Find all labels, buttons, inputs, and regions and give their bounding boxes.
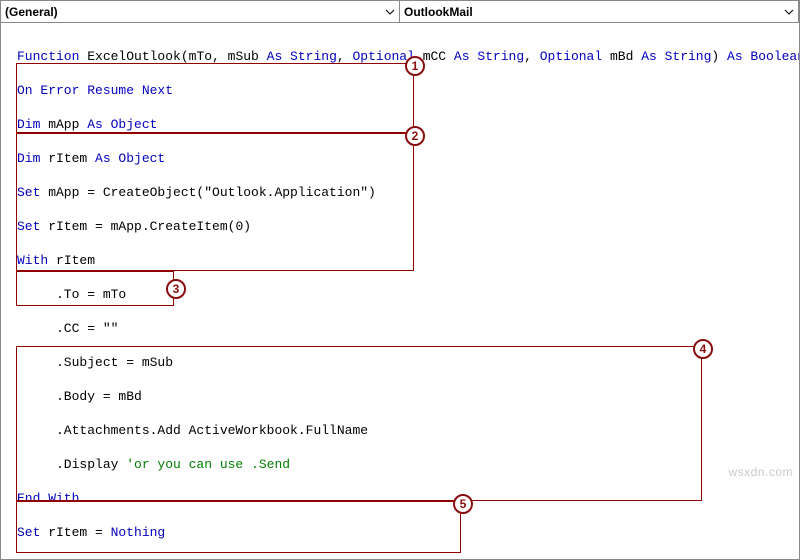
code-line: Set rItem = Nothing [17,524,799,541]
code-line: On Error Resume Next [17,82,799,99]
annotation-badge-5: 5 [453,494,473,514]
code-line: Set mApp = CreateObject("Outlook.Applica… [17,184,799,201]
object-dropdown[interactable]: (General) [1,1,400,22]
code-line: .Subject = mSub [17,354,799,371]
procedure-dropdown-value: OutlookMail [404,5,473,19]
code-line: .Attachments.Add ActiveWorkbook.FullName [17,422,799,439]
procedure-dropdown[interactable]: OutlookMail [400,1,799,22]
chevron-down-icon [784,7,794,17]
code-line: End With [17,490,799,507]
code-line: .Body = mBd [17,388,799,405]
code-line: .CC = "" [17,320,799,337]
annotation-badge-2: 2 [405,126,425,146]
chevron-down-icon [385,7,395,17]
code-line: With rItem [17,252,799,269]
annotation-badge-3: 3 [166,279,186,299]
code-area[interactable]: Function ExcelOutlook(mTo, mSub As Strin… [1,23,799,560]
editor-window: (General) OutlookMail Function ExcelOutl… [0,0,800,560]
combobox-row: (General) OutlookMail [1,1,799,23]
watermark-text: wsxdn.com [728,465,793,479]
code-line: .Display 'or you can use .Send [17,456,799,473]
annotation-badge-4: 4 [693,339,713,359]
annotation-badge-1: 1 [405,56,425,76]
code-line: Set rItem = mApp.CreateItem(0) [17,218,799,235]
code-line: .To = mTo [17,286,799,303]
code-line: Dim rItem As Object [17,150,799,167]
object-dropdown-value: (General) [5,5,58,19]
